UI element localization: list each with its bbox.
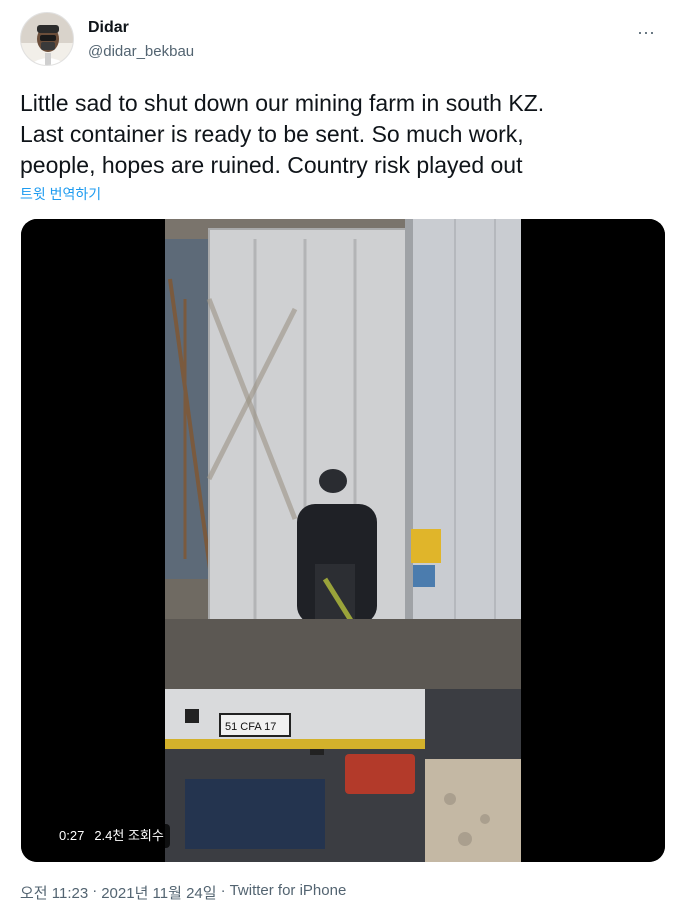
translate-tweet-link[interactable]: 트윗 번역하기 — [20, 184, 101, 204]
avatar[interactable] — [20, 12, 74, 66]
separator-dot: · — [92, 882, 98, 899]
tweet-date[interactable]: 2021년 11월 24일 — [101, 882, 216, 903]
tweet-text: Little sad to shut down our mining farm … — [20, 90, 545, 178]
tweet-metadata: 오전 11:23 · 2021년 11월 24일 · Twitter for i… — [20, 882, 346, 903]
separator-dot: · — [220, 882, 226, 899]
more-options-icon[interactable]: ··· — [632, 18, 660, 46]
author-names: Didar @didar_bekbau — [88, 18, 194, 62]
tweet-source[interactable]: Twitter for iPhone — [230, 882, 347, 903]
video-player[interactable]: 51 CFA 17 0:27 2.4천 조회수 — [21, 219, 665, 862]
view-count: 2.4천 조회수 — [94, 828, 164, 843]
video-info-overlay: 0:27 2.4천 조회수 — [53, 824, 170, 848]
video-duration: 0:27 — [59, 828, 85, 843]
user-handle[interactable]: @didar_bekbau — [88, 42, 194, 62]
avatar-image — [21, 13, 73, 65]
tweet-header: Didar @didar_bekbau ··· — [20, 12, 660, 68]
tweet-time[interactable]: 오전 11:23 — [20, 882, 88, 903]
video-frame: 51 CFA 17 — [21, 219, 665, 862]
display-name[interactable]: Didar — [88, 18, 194, 38]
license-plate-text: 51 CFA 17 — [225, 721, 276, 733]
